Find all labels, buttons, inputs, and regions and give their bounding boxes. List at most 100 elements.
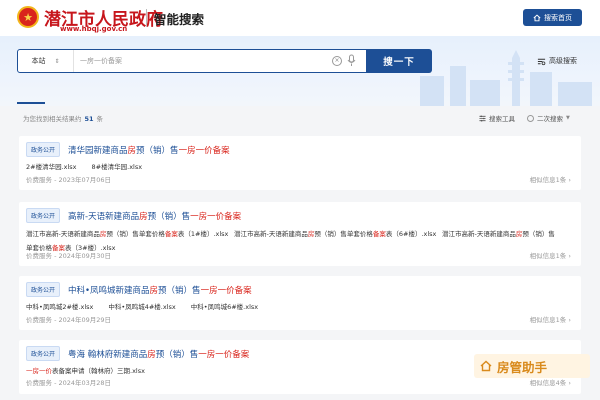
attachment-link[interactable]: 中科•凤鸣城4#楼.xlsx [108, 301, 175, 311]
result-count: 为您找到相关结果约 51 条 [23, 113, 103, 123]
secondary-search-label: 二次搜索 [537, 115, 563, 123]
file-text: 潜江市高新-天语新建商品 [234, 230, 308, 238]
chevron-down-icon: ▼ [566, 115, 570, 121]
title-highlight: 一房一价备案 [198, 349, 250, 360]
similar-info-label: 相似信息1条 [529, 252, 567, 260]
filter-icon [479, 115, 486, 121]
title-text: 清华园新建商品 [68, 145, 128, 156]
file-text: 预（销）售单套价格 [106, 230, 165, 238]
radio-icon [527, 114, 534, 122]
clear-icon[interactable]: × [332, 56, 342, 66]
result-title-link[interactable]: 粤海 翰林府新建商品房预（销）售一房一价备案 [68, 348, 249, 360]
header: ★ 潜江市人民政府 www.hbqj.gov.cn 智能搜索 搜索首页 [0, 0, 600, 36]
result-meta: 价费服务 - 2024年09月29日 [26, 316, 112, 324]
result-title-link[interactable]: 高新-天语新建商品房预（销）售一房一价备案 [68, 210, 241, 222]
result-title-link[interactable]: 中科•凤鸣城新建商品房预（销）售一房一价备案 [68, 284, 252, 296]
active-tab-indicator [17, 102, 45, 104]
file-highlight: 备案 [164, 230, 178, 238]
file-text: 潜江市高新-天语新建商品 [442, 230, 516, 238]
attachment-link[interactable]: 2#楼清华园.xlsx [26, 161, 77, 171]
category-badge: 政务公开 [26, 346, 61, 361]
similar-info-link[interactable]: 相似信息4条 › [530, 377, 571, 387]
result-meta: 价费服务 - 2023年07月06日 [26, 176, 112, 184]
chevron-right-icon: › [568, 316, 571, 324]
header-divider [146, 9, 147, 27]
result-card: 政务公开 中科•凤鸣城新建商品房预（销）售一房一价备案 中科•凤鸣城2#楼.xl… [19, 276, 581, 330]
attachment-link[interactable]: 潜江市高新-天语新建商品房预（销）售单套价格备案表（1#楼）.xlsx [26, 228, 234, 238]
title-text: 高新-天语新建商品 [68, 211, 140, 222]
similar-info-label: 相似信息4条 [529, 379, 567, 387]
microphone-icon[interactable] [347, 53, 356, 69]
secondary-search-button[interactable]: 二次搜索 ▼ [527, 113, 570, 123]
title-text: 预（销）售 [147, 211, 191, 222]
advanced-search-icon [537, 58, 546, 65]
attachment-link[interactable]: 一房一价表备案申请（翰林府）三期.xlsx [26, 365, 145, 375]
result-meta: 价费服务 - 2024年09月30日 [26, 252, 112, 260]
result-card: 政务公开 清华园新建商品房预（销）售一房一价备案 2#楼清华园.xlsx 8#楼… [19, 136, 581, 190]
search-home-button[interactable]: 搜索首页 [523, 9, 582, 26]
result-count-suffix: 条 [96, 115, 104, 123]
search-tools-button[interactable]: 搜索工具 [479, 113, 515, 123]
chevron-right-icon: › [568, 176, 571, 184]
chevron-right-icon: › [568, 379, 571, 387]
file-text: 表备案申请（翰林府）三期.xlsx [52, 367, 145, 375]
search-input[interactable] [80, 53, 338, 69]
title-text: 粤海 翰林府新建商品 [68, 349, 148, 360]
advanced-search-label: 高级搜索 [549, 57, 577, 65]
file-text: 潜江市高新-天语新建商品 [26, 230, 100, 238]
search-tools-label: 搜索工具 [489, 115, 515, 123]
file-text: 表（6#楼）.xlsx [385, 230, 437, 238]
watermark-badge: 房管助手 [474, 354, 590, 378]
city-skyline-illustration [420, 50, 592, 106]
home-icon [533, 14, 541, 21]
category-badge: 政务公开 [26, 208, 61, 223]
search-button[interactable]: 搜一下 [366, 49, 432, 73]
title-highlight: 一房一价备案 [178, 145, 230, 156]
search-scope-select[interactable]: 本站 ⇕ [18, 50, 74, 72]
title-text: 预（销）售 [158, 285, 201, 296]
file-highlight: 备案 [372, 230, 386, 238]
title-highlight: 房 [127, 145, 137, 156]
file-text: 预（销）售 [522, 230, 555, 238]
page-title: 智能搜索 [154, 12, 205, 27]
result-count-prefix: 为您找到相关结果约 [23, 115, 82, 123]
similar-info-link[interactable]: 相似信息1条 › [530, 174, 571, 184]
search-bar: 本站 ⇕ × 搜一下 [17, 49, 432, 73]
title-text: 预（销）售 [136, 145, 179, 156]
similar-info-link[interactable]: 相似信息1条 › [530, 250, 571, 260]
attachment-link[interactable]: 8#楼清华园.xlsx [92, 161, 143, 171]
updown-arrow-icon: ⇕ [54, 57, 60, 65]
file-highlight: 一房一价 [26, 367, 52, 375]
search-hero: 本站 ⇕ × 搜一下 高级搜索 全部 新闻 公开 解读 文件 [0, 36, 600, 106]
title-highlight: 一房一价备案 [200, 285, 252, 296]
file-text: 表（1#楼）.xlsx [177, 230, 229, 238]
house-icon [480, 360, 492, 372]
title-text: 预（销）售 [155, 349, 199, 360]
category-badge: 政务公开 [26, 142, 61, 157]
title-highlight: 一房一价备案 [190, 211, 242, 222]
title-text: 中科•凤鸣城新建商品 [68, 285, 150, 296]
title-highlight: 房 [149, 285, 159, 296]
search-home-label: 搜索首页 [544, 13, 572, 22]
advanced-search-link[interactable]: 高级搜索 [537, 56, 577, 66]
result-count-number: 51 [84, 115, 94, 123]
watermark-label: 房管助手 [497, 359, 548, 375]
similar-info-link[interactable]: 相似信息1条 › [530, 314, 571, 324]
result-meta: 价费服务 - 2024年03月28日 [26, 379, 112, 387]
similar-info-label: 相似信息1条 [529, 176, 567, 184]
national-emblem-icon: ★ [17, 6, 39, 28]
file-text: 预（销）售单套价格 [314, 230, 373, 238]
search-scope-value: 本站 [31, 57, 46, 65]
results-bar: 为您找到相关结果约 51 条 搜索工具 二次搜索 ▼ [0, 106, 600, 130]
attachment-link[interactable]: 中科•凤鸣城6#楼.xlsx [191, 301, 258, 311]
result-card: 政务公开 高新-天语新建商品房预（销）售一房一价备案 潜江市高新-天语新建商品房… [19, 202, 581, 266]
attachment-link[interactable]: 中科•凤鸣城2#楼.xlsx [26, 301, 93, 311]
attachment-link[interactable]: 潜江市高新-天语新建商品房预（销）售单套价格备案表（6#楼）.xlsx [234, 228, 442, 238]
title-highlight: 房 [147, 349, 156, 360]
category-badge: 政务公开 [26, 282, 61, 297]
site-url[interactable]: www.hbqj.gov.cn [60, 25, 127, 33]
chevron-right-icon: › [568, 252, 571, 260]
result-title-link[interactable]: 清华园新建商品房预（销）售一房一价备案 [68, 144, 230, 156]
attachment-link[interactable]: 潜江市高新-天语新建商品房预（销）售 [442, 228, 582, 238]
similar-info-label: 相似信息1条 [529, 316, 567, 324]
